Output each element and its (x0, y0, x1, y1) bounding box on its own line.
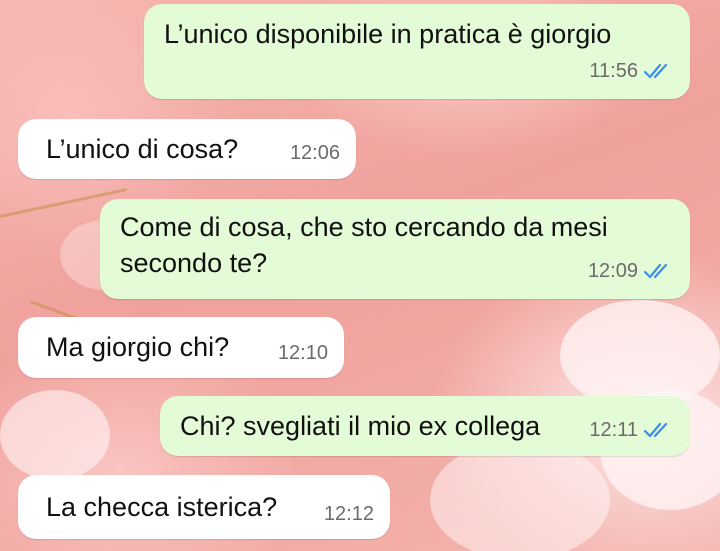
double-check-read-icon (644, 63, 668, 79)
message-bubble-outgoing[interactable]: Chi? svegliati il mio ex collega 12:11 (160, 396, 690, 456)
flower-petal (0, 390, 110, 480)
message-time: 12:10 (277, 342, 328, 364)
double-check-read-icon (644, 263, 668, 279)
double-check-read-icon (644, 422, 668, 438)
message-bubble-incoming[interactable]: Ma giorgio chi? 12:10 (18, 317, 344, 378)
message-bubble-incoming[interactable]: L’unico di cosa? 12:06 (18, 119, 356, 179)
message-meta: 12:10 (278, 335, 328, 371)
message-meta: 12:06 (290, 135, 340, 171)
message-time: 12:12 (323, 503, 374, 525)
message-text-line: Come di cosa, che sto cercando da mesi (120, 212, 608, 242)
message-time: 11:56 (589, 60, 638, 82)
message-bubble-incoming[interactable]: La checca isterica? 12:12 (18, 475, 390, 539)
message-bubble-outgoing[interactable]: Come di cosa, che sto cercando da mesi s… (100, 199, 690, 299)
message-meta: 12:12 (324, 496, 374, 532)
message-time: 12:09 (587, 260, 638, 282)
message-text: L’unico disponibile in pratica è giorgio (164, 19, 612, 49)
message-time: 12:11 (589, 419, 638, 441)
flower-petal (430, 440, 610, 551)
message-meta: 12:11 (589, 412, 672, 448)
message-bubble-outgoing[interactable]: L’unico disponibile in pratica è giorgio… (144, 4, 690, 99)
message-time: 12:06 (289, 142, 340, 164)
message-meta: 11:56 (589, 53, 672, 89)
message-meta: 12:09 (588, 253, 672, 289)
